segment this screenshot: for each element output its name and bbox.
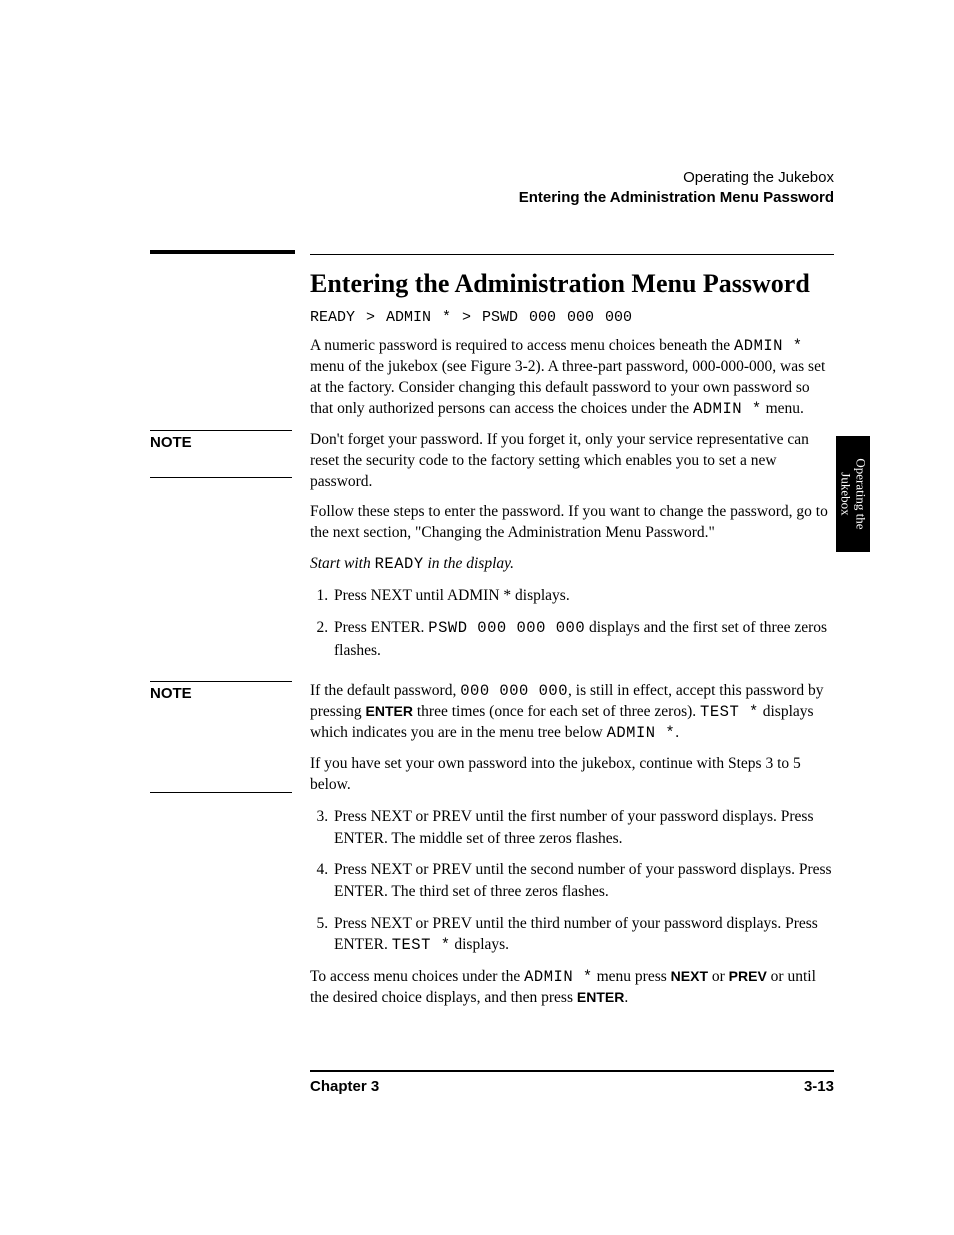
steps-list-2: Press NEXT or PREV until the first numbe… bbox=[310, 806, 834, 957]
section-heading: Entering the Administration Menu Passwor… bbox=[310, 269, 834, 299]
footer-chapter: Chapter 3 bbox=[310, 1078, 379, 1095]
closing-paragraph: To access menu choices under the ADMIN *… bbox=[310, 967, 834, 1009]
step-5: Press NEXT or PREV until the third numbe… bbox=[332, 913, 834, 957]
step-1: Press NEXT until ADMIN * displays. bbox=[332, 585, 834, 607]
heading-thin-rule bbox=[310, 254, 834, 255]
note-2-p2: If you have set your own password into t… bbox=[310, 754, 834, 796]
steps-list-1: Press NEXT until ADMIN * displays. Press… bbox=[310, 585, 834, 661]
step-2: Press ENTER. PSWD 000 000 000 displays a… bbox=[332, 617, 834, 661]
thumb-tab-line2: Jukebox bbox=[839, 472, 854, 515]
note-block-1: NOTE Don't forget your password. If you … bbox=[150, 430, 834, 672]
heading-thick-rule bbox=[150, 250, 295, 254]
thumb-tab: Operating the Jukebox bbox=[836, 436, 870, 552]
thumb-tab-line1: Operating the bbox=[854, 458, 869, 529]
note-label: NOTE bbox=[150, 682, 292, 728]
page-footer: Chapter 3 3-13 bbox=[310, 1070, 834, 1095]
follow-paragraph: Follow these steps to enter the password… bbox=[310, 502, 834, 544]
footer-page-number: 3-13 bbox=[804, 1078, 834, 1095]
intro-paragraph: A numeric password is required to access… bbox=[310, 336, 834, 420]
running-header: Operating the Jukebox Entering the Admin… bbox=[519, 168, 834, 209]
note-label: NOTE bbox=[150, 431, 292, 477]
header-section: Entering the Administration Menu Passwor… bbox=[519, 188, 834, 208]
step-4: Press NEXT or PREV until the second numb… bbox=[332, 859, 834, 902]
note-1-text: Don't forget your password. If you forge… bbox=[310, 430, 834, 493]
step-3: Press NEXT or PREV until the first numbe… bbox=[332, 806, 834, 849]
note-2-text: If the default password, 000 000 000, is… bbox=[310, 681, 834, 744]
display-breadcrumb: READY > ADMIN * > PSWD 000 000 000 bbox=[310, 309, 834, 326]
header-chapter: Operating the Jukebox bbox=[519, 168, 834, 188]
start-line: Start with READY in the display. bbox=[310, 554, 834, 575]
note-block-2: NOTE If the default password, 000 000 00… bbox=[150, 681, 834, 1019]
